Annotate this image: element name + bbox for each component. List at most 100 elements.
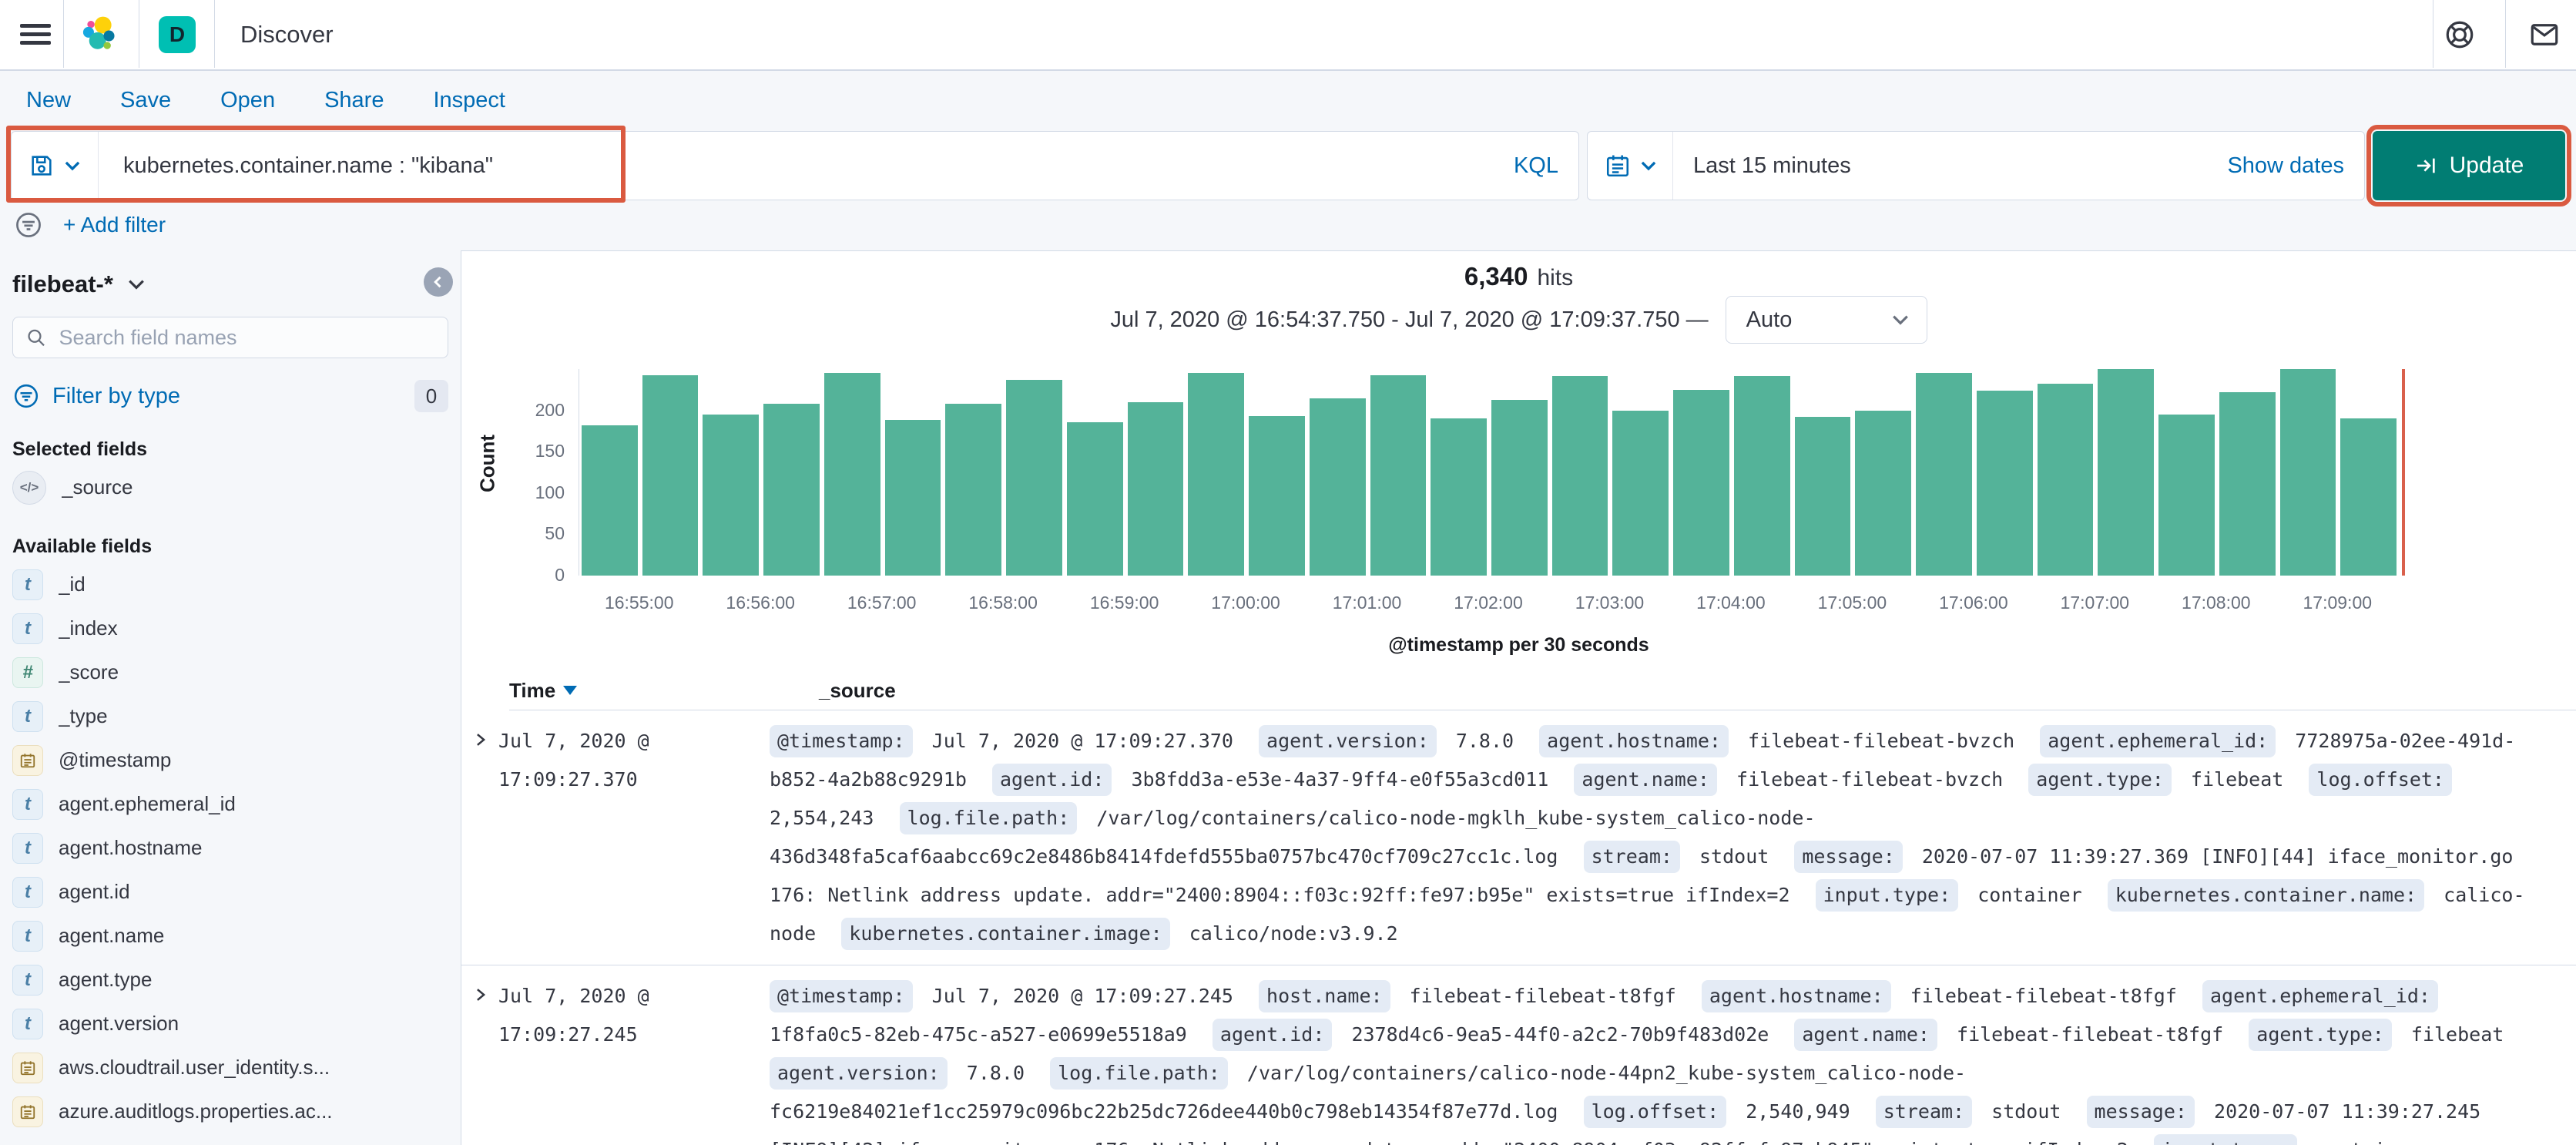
histogram-bar[interactable] (1309, 398, 1366, 576)
histogram-bar[interactable] (1976, 391, 2033, 576)
expand-row-button[interactable] (461, 977, 498, 1007)
field-key: input.type: (1815, 879, 1959, 912)
histogram-bar[interactable] (2158, 415, 2215, 576)
histogram-bar[interactable] (1066, 422, 1123, 576)
show-dates-button[interactable]: Show dates (2227, 153, 2364, 179)
nav-save-link[interactable]: Save (120, 88, 171, 113)
field-agent.name[interactable]: t agent.name (12, 914, 448, 958)
histogram-bar[interactable] (1855, 411, 1912, 576)
histogram-bar[interactable] (1612, 411, 1669, 576)
string-field-icon: t (12, 876, 43, 908)
histogram-bar[interactable] (1673, 390, 1729, 576)
histogram-bar[interactable] (1794, 417, 1851, 576)
calendar-icon (1606, 155, 1629, 177)
histogram-bar[interactable] (1188, 373, 1245, 576)
histogram-bar[interactable] (2279, 369, 2336, 576)
field-value: filebeat-filebeat-t8fgf (1409, 985, 1676, 1007)
histogram-bar[interactable] (642, 375, 699, 576)
time-column-header[interactable]: Time (509, 679, 819, 703)
help-icon[interactable] (2444, 18, 2476, 51)
index-pattern-switcher[interactable]: filebeat-* (12, 270, 448, 298)
histogram-bar[interactable] (2037, 384, 2094, 576)
filter-count-badge: 0 (414, 380, 448, 412)
field-azure.auditlogs.properties.ac...[interactable]: azure.auditlogs.properties.ac... (12, 1090, 448, 1133)
field-agent.hostname[interactable]: t agent.hostname (12, 826, 448, 870)
histogram-bar[interactable] (1249, 416, 1305, 576)
field-_id[interactable]: t _id (12, 562, 448, 606)
histogram-bar[interactable] (1916, 373, 1972, 576)
field-value: filebeat-filebeat-bvzch (1736, 768, 2004, 791)
histogram-bar[interactable] (823, 373, 880, 576)
histogram-bar[interactable] (1491, 400, 1548, 576)
index-pattern-name: filebeat-* (12, 270, 113, 297)
field-_source[interactable]: </> _source (12, 465, 448, 509)
field-agent.id[interactable]: t agent.id (12, 870, 448, 914)
nav-new-link[interactable]: New (26, 88, 71, 113)
query-bar[interactable]: kubernetes.container.name : "kibana" KQL (11, 131, 1579, 200)
field-search-box[interactable] (12, 317, 448, 358)
histogram-plot[interactable] (579, 369, 2405, 576)
histogram-bar[interactable] (1733, 376, 1790, 576)
histogram-bar[interactable] (1370, 375, 1427, 576)
field-name: azure.auditlogs.properties.ac... (59, 1100, 333, 1123)
field-value: filebeat (2190, 768, 2284, 791)
histogram-bar[interactable] (2219, 392, 2276, 576)
date-picker[interactable]: Last 15 minutes Show dates (1587, 131, 2365, 200)
field-key: agent.ephemeral_id: (2040, 725, 2276, 757)
query-input[interactable]: kubernetes.container.name : "kibana" (99, 153, 1494, 179)
nav-inspect-link[interactable]: Inspect (433, 88, 505, 113)
nav-open-link[interactable]: Open (220, 88, 275, 113)
saved-query-menu[interactable] (12, 132, 99, 200)
y-tick-0: 0 (555, 565, 565, 585)
menu-icon[interactable] (20, 19, 51, 50)
expand-row-button[interactable] (461, 722, 498, 752)
histogram-bar[interactable] (1006, 380, 1062, 576)
filter-icon[interactable] (14, 210, 43, 240)
available-fields-heading: Available fields (12, 536, 153, 557)
sort-desc-icon (563, 686, 578, 695)
histogram-bar[interactable] (884, 420, 941, 576)
date-field-icon (12, 1052, 43, 1083)
histogram-bar[interactable] (2098, 369, 2155, 576)
query-language-button[interactable]: KQL (1494, 153, 1578, 179)
update-button[interactable]: Update (2366, 125, 2571, 207)
field-aws.cloudtrail.user_identity.s...[interactable]: aws.cloudtrail.user_identity.s... (12, 1046, 448, 1090)
time-range-value[interactable]: Last 15 minutes (1673, 153, 2227, 179)
field-key: agent.version: (1259, 725, 1437, 757)
histogram-bar[interactable] (1127, 402, 1184, 576)
field-_index[interactable]: t _index (12, 606, 448, 650)
row-time: Jul 7, 2020 @ 17:09:27.370 (498, 730, 649, 791)
histogram-bar[interactable] (763, 404, 820, 576)
field-value: 2,540,949 (1746, 1100, 1850, 1123)
histogram-bar[interactable] (945, 404, 1002, 576)
collapse-sidebar-button[interactable] (424, 267, 453, 297)
nav-share-link[interactable]: Share (324, 88, 384, 113)
chevron-down-icon (1892, 315, 1908, 325)
field-agent.type[interactable]: t agent.type (12, 958, 448, 1002)
x-tick-16:55:00: 16:55:00 (604, 593, 674, 613)
date-quick-menu[interactable] (1588, 132, 1673, 200)
filter-by-type-button[interactable]: Filter by type (52, 384, 402, 409)
histogram-bar[interactable] (1431, 418, 1487, 576)
newsfeed-icon[interactable] (2528, 18, 2561, 51)
field-_score[interactable]: # _score (12, 650, 448, 694)
field-key: agent.name: (1794, 1019, 1937, 1051)
field-@timestamp[interactable]: @timestamp (12, 738, 448, 782)
interval-select[interactable]: Auto (1725, 296, 1927, 344)
elastic-logo (82, 16, 115, 49)
query-row: kubernetes.container.name : "kibana" KQL… (11, 125, 2571, 207)
histogram-bar[interactable] (2340, 418, 2397, 576)
histogram-bar[interactable] (703, 415, 760, 576)
field-search-input[interactable] (57, 324, 435, 351)
field-key: agent.version: (770, 1057, 948, 1090)
number-field-icon: # (12, 656, 43, 688)
field-_type[interactable]: t _type (12, 694, 448, 738)
histogram-bar[interactable] (1551, 376, 1608, 576)
field-agent.ephemeral_id[interactable]: t agent.ephemeral_id (12, 782, 448, 826)
field-agent.version[interactable]: t agent.version (12, 1002, 448, 1046)
string-field-icon: t (12, 613, 43, 644)
add-filter-button[interactable]: + Add filter (63, 213, 166, 237)
field-key: stream: (1583, 841, 1680, 873)
top-bar: D Discover (0, 0, 2576, 71)
histogram-bar[interactable] (582, 425, 638, 576)
